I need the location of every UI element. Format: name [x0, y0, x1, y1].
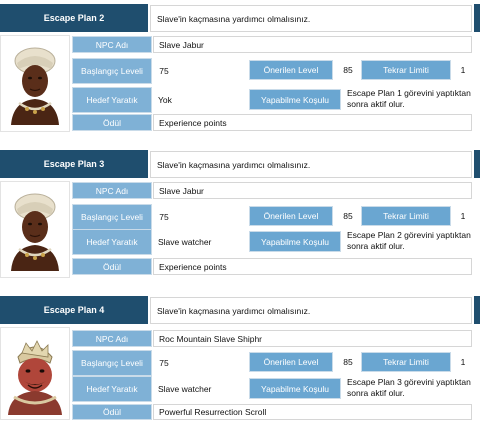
slave-jabur-portrait-icon	[11, 47, 59, 125]
repeat-limit-value: 1	[454, 352, 472, 372]
npc-portrait	[0, 327, 70, 420]
slave-jabur-portrait-icon	[11, 193, 59, 271]
npc-name-value: Slave Jabur	[153, 36, 472, 53]
recommended-level-label: Önerilen Level	[249, 60, 333, 80]
recommended-level-value: 85	[338, 206, 358, 226]
repeat-limit-label: Tekrar Limiti	[361, 60, 451, 80]
header-bar-end	[474, 4, 480, 32]
reward-value: Experience points	[153, 114, 472, 131]
npc-portrait	[0, 181, 70, 278]
reward-label: Ödül	[72, 114, 152, 131]
requirement-label: Yapabilme Koşulu	[249, 89, 341, 110]
quest-block-escape-plan-2: Escape Plan 2 Slave'in kaçmasına yardımc…	[0, 4, 480, 140]
target-creature-label: Hedef Yaratık	[72, 376, 152, 402]
requirement-value: Escape Plan 3 görevini yaptıktan sonra a…	[345, 373, 472, 403]
requirement-label: Yapabilme Koşulu	[249, 378, 341, 399]
start-level-value: 75	[153, 204, 175, 230]
quest-block-escape-plan-4: Escape Plan 4 Slave'in kaçmasına yardımc…	[0, 296, 480, 423]
recommended-level-label: Önerilen Level	[249, 206, 333, 226]
target-creature-label: Hedef Yaratık	[72, 229, 152, 255]
quest-title: Escape Plan 4	[0, 296, 148, 324]
start-level-value: 75	[153, 350, 175, 376]
repeat-limit-label: Tekrar Limiti	[361, 352, 451, 372]
recommended-level-value: 85	[338, 352, 358, 372]
reward-label: Ödül	[72, 404, 152, 420]
npc-name-label: NPC Adı	[72, 182, 152, 199]
roc-mountain-slave-shiphr-portrait-icon	[8, 339, 62, 415]
npc-portrait	[0, 35, 70, 132]
start-level-value: 75	[153, 58, 175, 84]
quest-title: Escape Plan 2	[0, 4, 148, 32]
repeat-limit-label: Tekrar Limiti	[361, 206, 451, 226]
target-creature-value: Yok	[153, 87, 248, 113]
target-creature-label: Hedef Yaratık	[72, 87, 152, 113]
repeat-limit-value: 1	[454, 60, 472, 80]
requirement-label: Yapabilme Koşulu	[249, 231, 341, 252]
reward-value: Experience points	[153, 258, 472, 275]
start-level-label: Başlangıç Leveli	[72, 350, 152, 376]
start-level-label: Başlangıç Leveli	[72, 58, 152, 84]
npc-name-value: Roc Mountain Slave Shiphr	[153, 330, 472, 347]
quest-description: Slave'in kaçmasına yardımcı olmalısınız.	[150, 5, 472, 32]
quest-description: Slave'in kaçmasına yardımcı olmalısınız.	[150, 151, 472, 178]
npc-name-value: Slave Jabur	[153, 182, 472, 199]
target-creature-value: Slave watcher	[153, 376, 248, 402]
quest-description: Slave'in kaçmasına yardımcı olmalısınız.	[150, 297, 472, 324]
quest-title: Escape Plan 3	[0, 150, 148, 178]
reward-value: Powerful Resurrection Scroll	[153, 404, 472, 420]
start-level-label: Başlangıç Leveli	[72, 204, 152, 230]
quest-block-escape-plan-3: Escape Plan 3 Slave'in kaçmasına yardımc…	[0, 150, 480, 286]
recommended-level-label: Önerilen Level	[249, 352, 333, 372]
npc-name-label: NPC Adı	[72, 330, 152, 347]
requirement-value: Escape Plan 2 görevini yaptıktan sonra a…	[345, 226, 472, 256]
target-creature-value: Slave watcher	[153, 229, 248, 255]
npc-name-label: NPC Adı	[72, 36, 152, 53]
requirement-value: Escape Plan 1 görevini yaptıktan sonra a…	[345, 84, 472, 114]
header-bar-end	[474, 296, 480, 324]
repeat-limit-value: 1	[454, 206, 472, 226]
reward-label: Ödül	[72, 258, 152, 275]
header-bar-end	[474, 150, 480, 178]
recommended-level-value: 85	[338, 60, 358, 80]
